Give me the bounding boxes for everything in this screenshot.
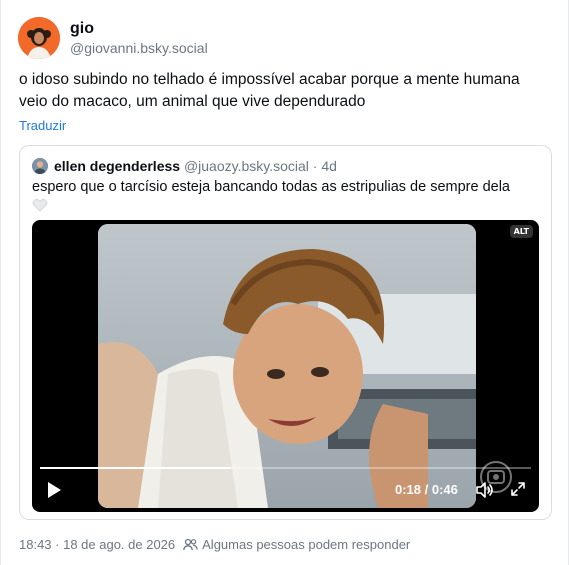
quoted-post-header: ellen degenderless @juaozy.bsky.social ·… bbox=[54, 158, 337, 174]
volume-icon[interactable] bbox=[475, 481, 493, 499]
author-avatar[interactable] bbox=[18, 17, 60, 59]
translate-link[interactable]: Traduzir bbox=[19, 118, 66, 133]
post-footer: 18:43 · 18 de ago. de 2026 Algumas pesso… bbox=[19, 537, 410, 552]
quoted-post[interactable]: ellen degenderless @juaozy.bsky.social ·… bbox=[19, 145, 552, 520]
video-progress-bar[interactable] bbox=[40, 467, 531, 469]
quoted-author-name[interactable]: ellen degenderless bbox=[54, 158, 180, 174]
quoted-author-avatar[interactable] bbox=[32, 158, 48, 174]
quoted-author-handle[interactable]: @juaozy.bsky.social bbox=[184, 158, 309, 174]
video-frame bbox=[98, 224, 476, 508]
post-timestamp[interactable]: 18:43 · 18 de ago. de 2026 bbox=[19, 537, 175, 552]
play-icon[interactable] bbox=[46, 481, 62, 499]
video-player[interactable]: ALT 0:18 / 0:46 bbox=[32, 220, 539, 512]
post-text: o idoso subindo no telhado é impossível … bbox=[19, 71, 520, 110]
fullscreen-icon[interactable] bbox=[510, 481, 526, 497]
people-icon bbox=[183, 538, 198, 551]
quoted-post-age[interactable]: 4d bbox=[321, 158, 337, 174]
heart-outline-icon[interactable] bbox=[32, 198, 48, 212]
alt-badge[interactable]: ALT bbox=[509, 225, 533, 238]
quoted-post-text: espero que o tarcísio esteja bancando to… bbox=[32, 179, 510, 195]
author-handle[interactable]: @giovanni.bsky.social bbox=[70, 40, 208, 56]
video-still-image bbox=[98, 224, 476, 508]
avatar-image bbox=[18, 17, 60, 59]
author-display-name[interactable]: gio bbox=[70, 20, 94, 38]
video-progress-fill bbox=[40, 467, 232, 469]
quoted-avatar-image bbox=[32, 158, 48, 174]
reply-settings-note[interactable]: Algumas pessoas podem responder bbox=[202, 537, 410, 552]
post-card[interactable]: gio @giovanni.bsky.social o idoso subind… bbox=[0, 0, 569, 565]
video-time: 0:18 / 0:46 bbox=[395, 482, 458, 497]
header-separator: · bbox=[308, 158, 322, 174]
